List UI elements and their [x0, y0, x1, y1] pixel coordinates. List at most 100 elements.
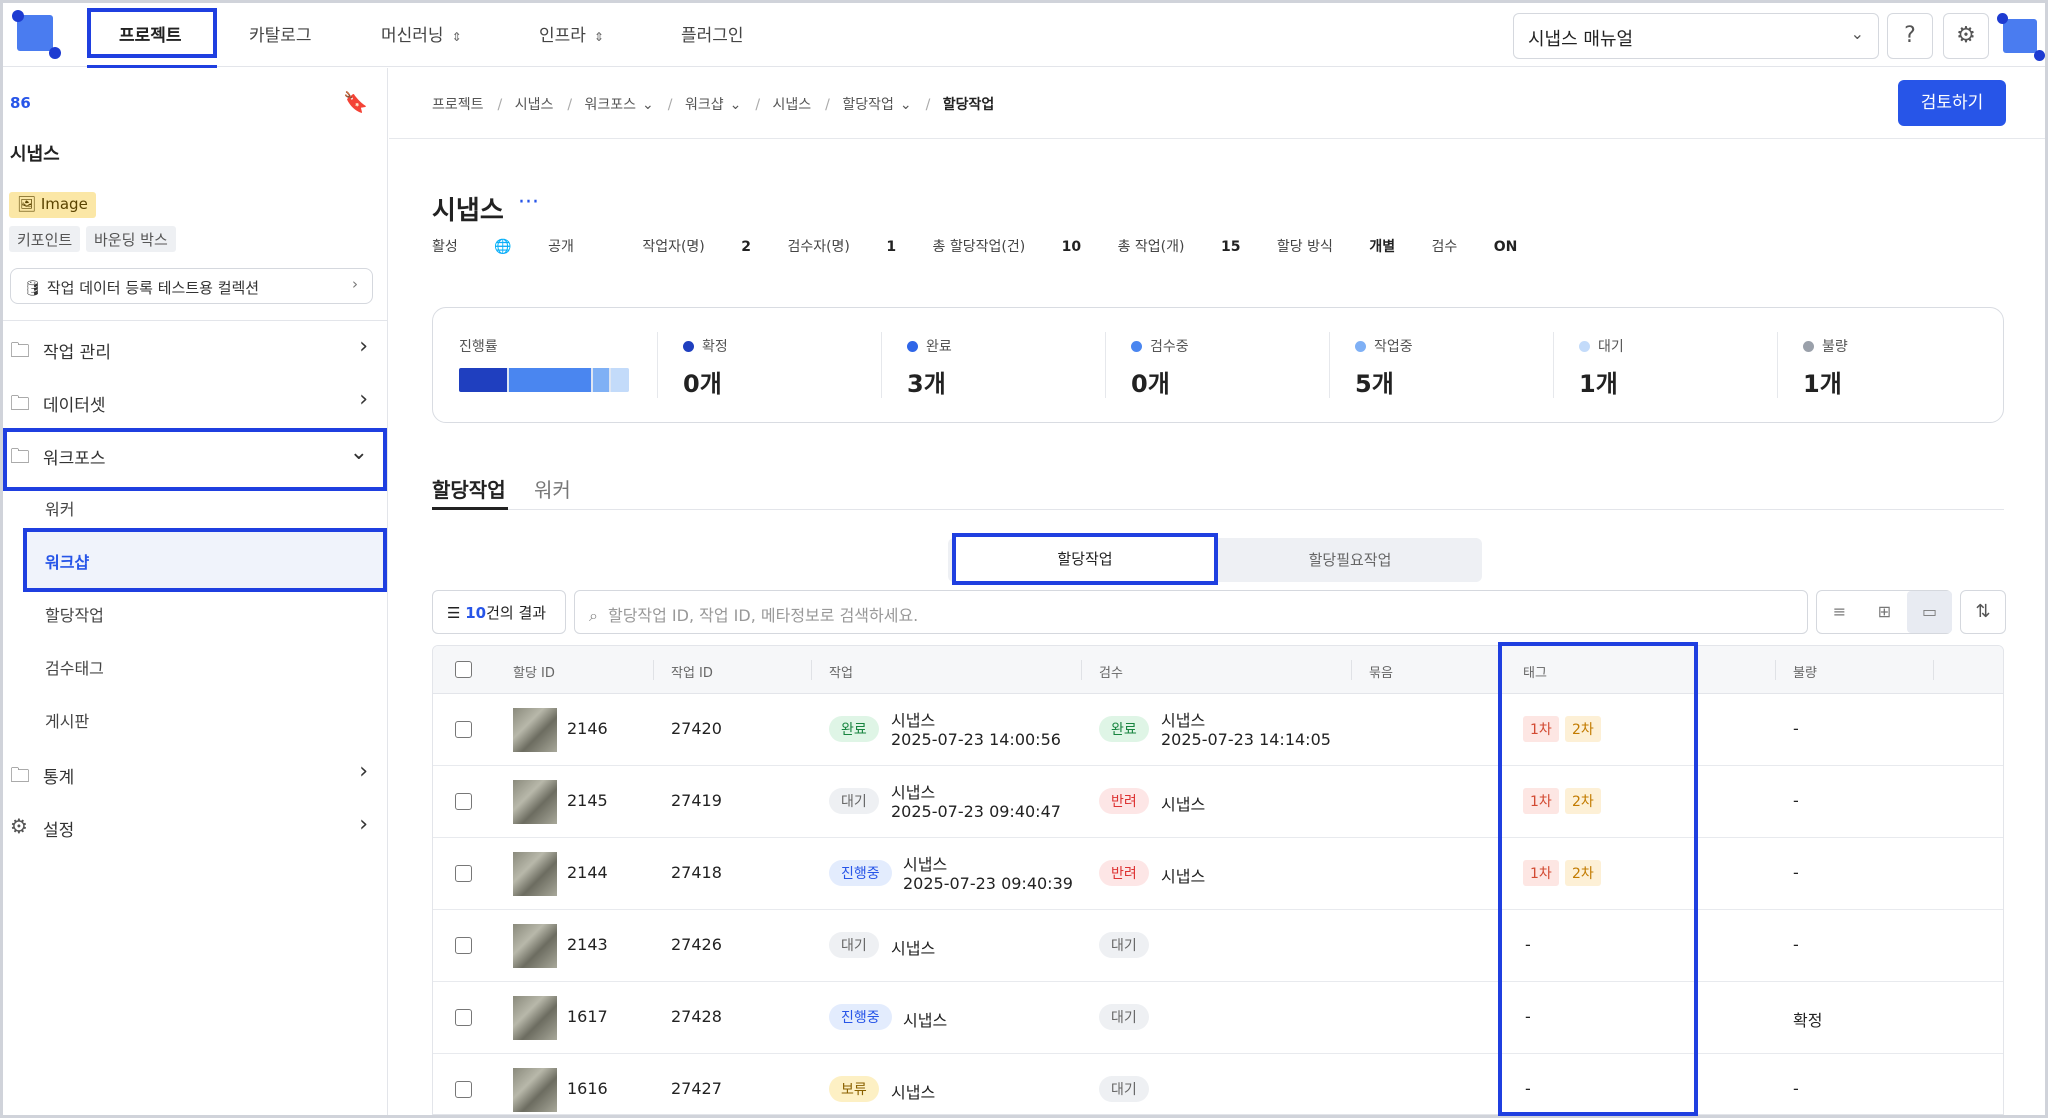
col-work[interactable]: 작업: [829, 662, 853, 681]
breadcrumb-item[interactable]: 시냅스: [515, 97, 554, 113]
table-row[interactable]: 2143 27426 대기 시냅스 대기 - -: [433, 910, 2003, 982]
sort-icon[interactable]: ⇅: [1960, 590, 2006, 634]
assign-id: 1616: [567, 1079, 608, 1098]
search-input[interactable]: ⌕ 할당작업 ID, 작업 ID, 메타정보로 검색하세요.: [574, 590, 1808, 634]
nav-item-plugin[interactable]: 플러그인: [681, 21, 744, 46]
tab-worker[interactable]: 워커: [534, 474, 571, 503]
manual-select[interactable]: 시냅스 매뉴얼 ⌄: [1513, 13, 1879, 59]
work-status-badge: 진행중: [829, 860, 892, 886]
nav-item-project[interactable]: 프로젝트: [119, 21, 182, 46]
row-checkbox[interactable]: [455, 1081, 472, 1098]
breadcrumb-item[interactable]: 시냅스: [773, 97, 812, 113]
status-dot: [683, 341, 694, 352]
divider: [1105, 332, 1106, 398]
thumbnail[interactable]: [513, 780, 557, 824]
thumbnail[interactable]: [513, 852, 557, 896]
table-header: 할당 ID 작업 ID 작업 검수 묶음 태그 불량: [433, 646, 2003, 694]
gear-icon[interactable]: ⚙: [1943, 13, 1989, 59]
row-checkbox[interactable]: [455, 721, 472, 738]
avatar[interactable]: [1997, 13, 2045, 61]
sidebar-sub-workshop[interactable]: 워크샵: [45, 549, 89, 573]
sidebar-item-dataset[interactable]: 🗀 데이터셋 ›: [3, 377, 388, 425]
sidebar-item-label: 작업 관리: [43, 343, 111, 363]
divider: [432, 509, 2004, 510]
meta-label: 작업자(명): [642, 239, 705, 255]
select-all-checkbox[interactable]: [455, 661, 472, 678]
thumbnail[interactable]: [513, 924, 557, 968]
work-time: 2025-07-23 09:40:39: [903, 874, 1073, 893]
updown-icon: ⇕: [593, 30, 604, 44]
thumbnail[interactable]: [513, 996, 557, 1040]
grid-view-icon[interactable]: ⊞: [1862, 591, 1907, 633]
data-type-label: Image: [40, 195, 88, 213]
sidebar-item-label: 설정: [43, 821, 75, 841]
meta-value: 개별: [1369, 239, 1396, 255]
col-defect[interactable]: 불량: [1793, 662, 1817, 681]
sidebar-item-stats[interactable]: 🗀 통계 ›: [3, 749, 388, 797]
sidebar-sub-board[interactable]: 게시판: [45, 708, 89, 732]
tab-assignment[interactable]: 할당작업: [432, 474, 506, 503]
thumbnail[interactable]: [513, 708, 557, 752]
more-icon[interactable]: ···: [518, 190, 539, 215]
stat-label: 확정: [702, 339, 728, 355]
sidebar-sub-worker[interactable]: 워커: [45, 496, 74, 520]
nav-item-catalog[interactable]: 카탈로그: [249, 21, 312, 46]
app-logo[interactable]: [12, 10, 61, 59]
folder-icon: 🗀: [10, 391, 30, 415]
table-row[interactable]: 2145 27419 대기 시냅스 2025-07-23 09:40:47 반려…: [433, 766, 2003, 838]
table-row[interactable]: 1616 27427 보류 시냅스 대기 - -: [433, 1054, 2003, 1114]
table-row[interactable]: 2144 27418 진행중 시냅스 2025-07-23 09:40:39 반…: [433, 838, 2003, 910]
table-row[interactable]: 2146 27420 완료 시냅스 2025-07-23 14:00:56 완료…: [433, 694, 2003, 766]
review-button[interactable]: 검토하기: [1898, 80, 2006, 126]
collection-link[interactable]: 🛢 작업 데이터 등록 테스트용 컬렉션 ›: [10, 268, 373, 304]
defect-value: -: [1793, 791, 1799, 810]
col-divider: [653, 660, 654, 680]
col-review[interactable]: 검수: [1099, 662, 1123, 681]
meta-value: 15: [1220, 239, 1241, 255]
work-status-badge: 대기: [829, 932, 879, 958]
help-icon[interactable]: ?: [1887, 13, 1933, 59]
review-status-badge: 반려: [1099, 788, 1149, 814]
chevron-down-icon[interactable]: ⌄: [642, 97, 654, 113]
review-status-badge: 대기: [1099, 1004, 1149, 1030]
nav-item-infra[interactable]: 인프라 ⇕: [539, 21, 604, 46]
row-checkbox[interactable]: [455, 865, 472, 882]
filter-button[interactable]: ☰ 10건의 결과: [432, 590, 566, 634]
breadcrumb-item[interactable]: 워크포스: [585, 97, 637, 113]
search-icon: ⌕: [589, 606, 598, 625]
bookmark-icon[interactable]: 🔖: [343, 90, 368, 114]
chevron-right-icon: ›: [352, 275, 358, 293]
chevron-down-icon[interactable]: ⌄: [900, 97, 912, 113]
breadcrumb-item[interactable]: 워크샵: [685, 97, 724, 113]
sidebar-item-work-manage[interactable]: 🗀 작업 관리 ›: [3, 324, 388, 372]
segment-assignment[interactable]: 할당작업: [952, 533, 1218, 585]
row-checkbox[interactable]: [455, 1009, 472, 1026]
breadcrumb-item[interactable]: 할당작업: [842, 97, 894, 113]
row-checkbox[interactable]: [455, 937, 472, 954]
sidebar-item-workforce[interactable]: 🗀 워크포스 ⌄: [3, 430, 388, 478]
thumbnail[interactable]: [513, 1068, 557, 1112]
detail-view-icon[interactable]: ▭: [1907, 591, 1952, 633]
sidebar-sub-assignment[interactable]: 할당작업: [45, 602, 104, 626]
stat-working: 작업중 5개: [1355, 336, 1413, 399]
breadcrumb-item[interactable]: 프로젝트: [432, 97, 484, 113]
chevron-down-icon[interactable]: ⌄: [730, 97, 742, 113]
assignment-table: 할당 ID 작업 ID 작업 검수 묶음 태그 불량 2146 27420 완료…: [432, 645, 2004, 1115]
col-task-id[interactable]: 작업 ID: [671, 662, 713, 681]
nav-item-ml[interactable]: 머신러닝 ⇕: [381, 21, 462, 46]
chevron-down-icon: ⌄: [1850, 24, 1864, 43]
table-row[interactable]: 1617 27428 진행중 시냅스 대기 - 확정: [433, 982, 2003, 1054]
page-title: 시냅스: [432, 196, 504, 226]
segment-needs-assignment[interactable]: 할당필요작업: [1218, 538, 1482, 582]
progress-seg-waiting: [611, 368, 629, 392]
sidebar-sub-review-tag[interactable]: 검수태그: [45, 655, 104, 679]
sidebar: 86 🔖 시냅스 🖼 Image 키포인트 바운딩 박스 🛢 작업 데이터 등록…: [3, 68, 388, 1115]
list-view-icon[interactable]: ≡: [1817, 591, 1862, 633]
col-assign-id[interactable]: 할당 ID: [513, 662, 555, 681]
sidebar-item-settings[interactable]: ⚙ 설정 ›: [3, 802, 388, 850]
row-checkbox[interactable]: [455, 793, 472, 810]
progress-label: 진행률: [459, 339, 498, 355]
col-bundle[interactable]: 묶음: [1369, 662, 1393, 681]
tag-column-highlight-box: [1498, 642, 1698, 1116]
meta-visibility-label: 공개: [548, 239, 574, 255]
